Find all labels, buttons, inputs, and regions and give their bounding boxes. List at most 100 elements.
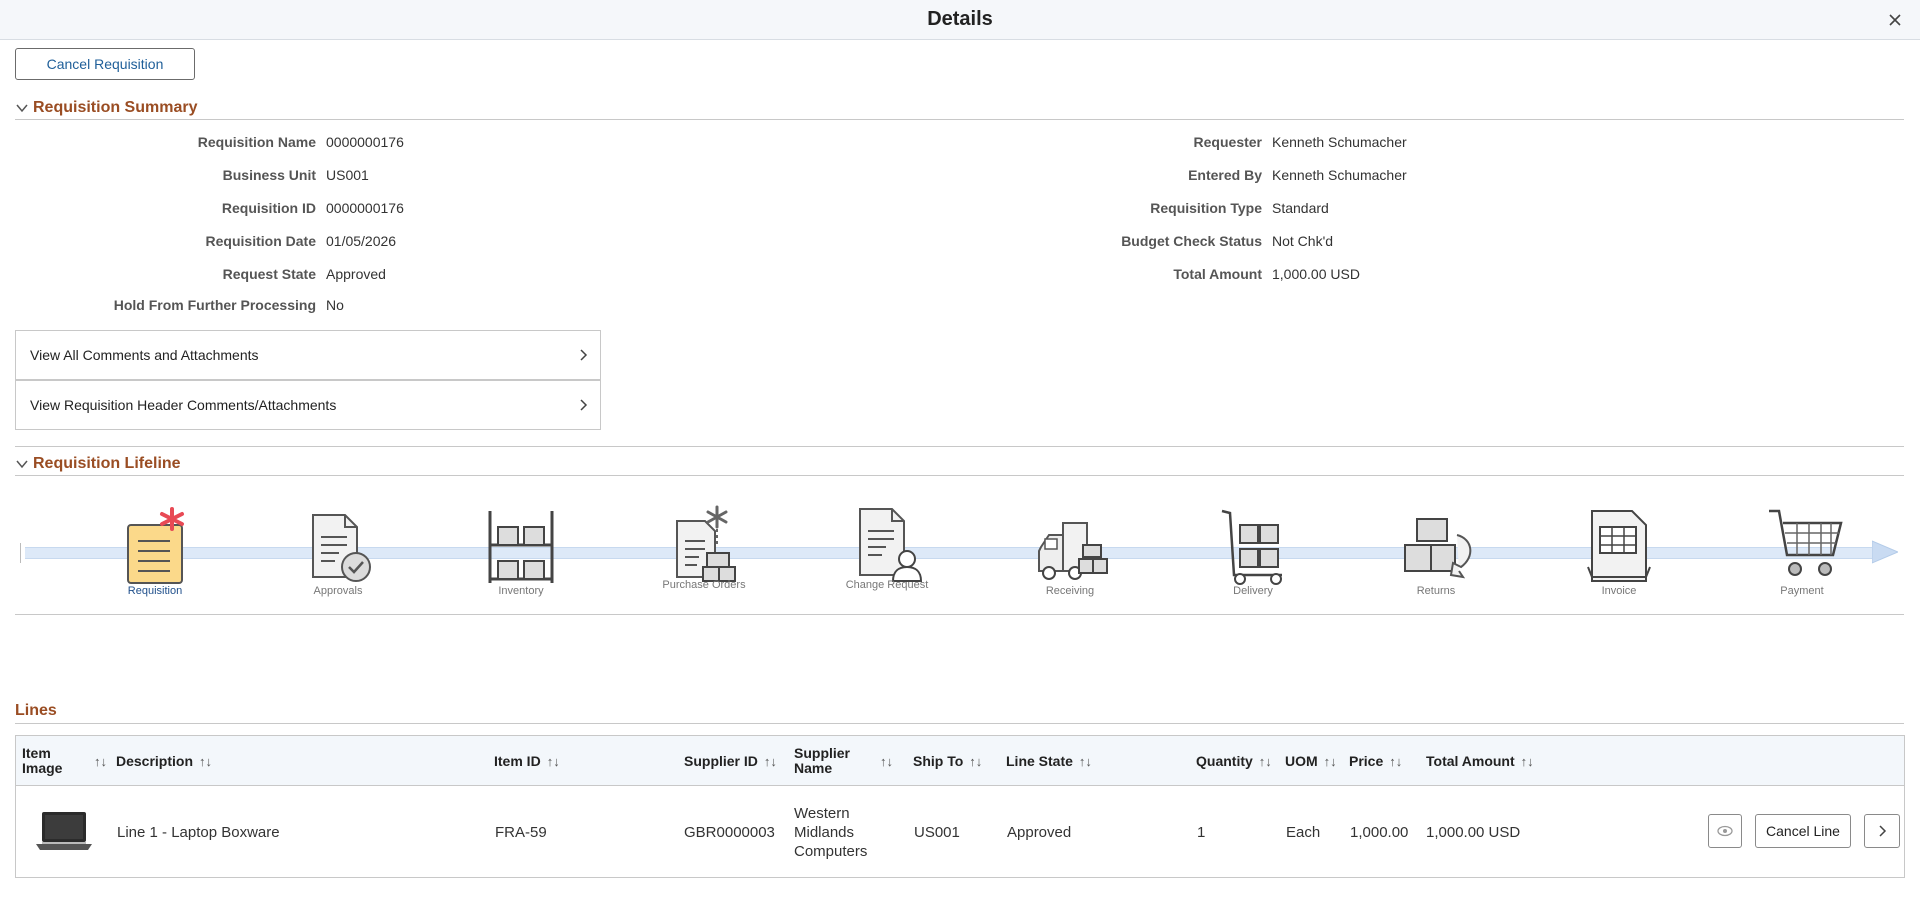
field-value: Kenneth Schumacher — [1272, 134, 1407, 150]
field-value: Not Chk'd — [1272, 233, 1334, 249]
column-header-quantity[interactable]: Quantity ↑↓ — [1196, 736, 1272, 786]
chevron-right-icon — [1879, 825, 1887, 837]
sort-icon: ↑↓ — [1520, 753, 1534, 769]
chevron-down-icon[interactable] — [15, 457, 29, 471]
lines-section: Lines — [15, 700, 1904, 724]
field-requester: Requester Kenneth Schumacher — [0, 132, 1407, 152]
approvals-icon — [312, 514, 371, 582]
column-header-description[interactable]: Description ↑↓ — [116, 736, 212, 786]
field-requisition-type: Requisition Type Standard — [0, 198, 1329, 218]
price-cell: 1,000.00 — [1350, 823, 1409, 841]
field-hold-from-further-processing: Hold From Further Processing No — [0, 295, 344, 315]
column-header-total-amount[interactable]: Total Amount ↑↓ — [1426, 736, 1534, 786]
view-all-comments-attachments-link[interactable]: View All Comments and Attachments — [15, 330, 601, 380]
sort-icon: ↑↓ — [880, 753, 893, 769]
stage-label: Delivery — [1233, 585, 1273, 597]
column-header-supplier-id[interactable]: Supplier ID ↑↓ — [684, 736, 777, 786]
stage-payment[interactable]: Payment — [1732, 495, 1872, 605]
link-label: View Requisition Header Comments/Attachm… — [30, 397, 337, 413]
stage-label: Change Request — [845, 579, 929, 591]
column-header-price[interactable]: Price ↑↓ — [1349, 736, 1402, 786]
column-header-item-image[interactable]: Item Image ↑↓ — [22, 736, 108, 786]
field-label: Hold From Further Processing — [113, 297, 316, 313]
column-label: Supplier Name — [794, 745, 851, 776]
sort-icon: ↑↓ — [969, 753, 983, 769]
stage-inventory[interactable]: Inventory — [451, 495, 591, 605]
field-value: 1,000.00 USD — [1272, 266, 1360, 282]
lifeline-track-start — [20, 543, 21, 563]
item-id-cell: FRA-59 — [495, 823, 547, 841]
section-heading: Requisition Lifeline — [33, 454, 181, 472]
field-value: Standard — [1272, 200, 1329, 216]
field-label: Entered By — [1188, 167, 1262, 183]
dialog-title: Details — [927, 8, 993, 30]
total-amount-cell: 1,000.00 USD — [1426, 823, 1521, 841]
stage-invoice[interactable]: Invoice — [1549, 495, 1689, 605]
stage-label: Approvals — [313, 585, 363, 597]
sort-icon: ↑↓ — [1323, 753, 1337, 769]
field-label: Requester — [1193, 134, 1262, 150]
requisition-summary-section[interactable]: Requisition Summary — [15, 96, 1904, 120]
sort-icon: ↑↓ — [94, 753, 107, 769]
stage-requisition[interactable]: Requisition — [85, 495, 225, 605]
cancel-line-button[interactable]: Cancel Line — [1755, 814, 1851, 848]
column-header-supplier-name[interactable]: Supplier Name ↑↓ — [794, 736, 902, 786]
column-label: Ship To — [913, 752, 964, 769]
view-header-comments-attachments-link[interactable]: View Requisition Header Comments/Attachm… — [15, 380, 601, 430]
stage-delivery[interactable]: Delivery — [1183, 495, 1323, 605]
column-label: Price — [1349, 752, 1384, 769]
column-label: Item ID — [494, 752, 541, 769]
stage-returns[interactable]: Returns — [1366, 495, 1506, 605]
invoice-icon — [1587, 510, 1651, 582]
requisition-lifeline-section[interactable]: Requisition Lifeline — [15, 452, 1904, 476]
column-label: Quantity — [1196, 752, 1253, 769]
stage-purchase-orders[interactable]: Purchase Orders — [634, 495, 774, 605]
sort-icon: ↑↓ — [199, 753, 213, 769]
grid-header: Item Image ↑↓ Description ↑↓ Item ID ↑↓ … — [16, 736, 1904, 786]
requisition-icon — [127, 507, 184, 584]
stage-label: Payment — [1780, 585, 1824, 597]
dialog-title-bar: Details — [0, 0, 1920, 40]
chevron-right-icon — [580, 349, 588, 361]
delivery-icon — [1221, 509, 1282, 585]
column-header-line-state[interactable]: Line State ↑↓ — [1006, 736, 1092, 786]
link-label: View All Comments and Attachments — [30, 347, 259, 363]
field-total-amount: Total Amount 1,000.00 USD — [0, 264, 1360, 284]
column-header-item-id[interactable]: Item ID ↑↓ — [494, 736, 560, 786]
column-header-uom[interactable]: UOM ↑↓ — [1285, 736, 1337, 786]
column-label: Item Image — [22, 745, 63, 776]
sort-icon: ↑↓ — [1258, 753, 1272, 769]
close-icon[interactable] — [1884, 9, 1906, 31]
row-detail-button[interactable] — [1864, 814, 1900, 848]
section-heading: Requisition Summary — [33, 98, 198, 116]
chevron-right-icon — [580, 399, 588, 411]
column-header-ship-to[interactable]: Ship To ↑↓ — [913, 736, 982, 786]
receiving-icon — [1038, 522, 1108, 580]
divider — [15, 614, 1904, 615]
field-value: No — [326, 297, 344, 313]
sort-icon: ↑↓ — [763, 753, 777, 769]
field-entered-by: Entered By Kenneth Schumacher — [0, 165, 1407, 185]
column-label: UOM — [1285, 752, 1318, 769]
stage-label: Receiving — [1045, 585, 1095, 597]
ship-to-cell: US001 — [914, 823, 960, 841]
chevron-down-icon[interactable] — [15, 101, 29, 115]
field-label: Budget Check Status — [1121, 233, 1262, 249]
arrow-right-icon — [1872, 540, 1898, 564]
stage-change-request[interactable]: Change Request — [817, 495, 957, 605]
sort-icon: ↑↓ — [1078, 753, 1092, 769]
table-row[interactable]: Line 1 - Laptop Boxware FRA-59 GBR000000… — [16, 786, 1904, 878]
laptop-icon — [36, 812, 92, 850]
sort-icon: ↑↓ — [1389, 753, 1403, 769]
uom-cell: Each — [1286, 823, 1321, 841]
line-details-button[interactable] — [1708, 814, 1742, 848]
stage-receiving[interactable]: Receiving — [1000, 495, 1140, 605]
quantity-cell: 1 — [1197, 823, 1206, 841]
field-value: Kenneth Schumacher — [1272, 167, 1407, 183]
stage-approvals[interactable]: Approvals — [268, 495, 408, 605]
column-label: Total Amount — [1426, 752, 1515, 769]
cancel-requisition-button[interactable]: Cancel Requisition — [15, 48, 195, 80]
stage-label: Requisition — [127, 585, 183, 597]
sort-icon: ↑↓ — [546, 753, 560, 769]
purchase-orders-icon — [676, 505, 736, 582]
